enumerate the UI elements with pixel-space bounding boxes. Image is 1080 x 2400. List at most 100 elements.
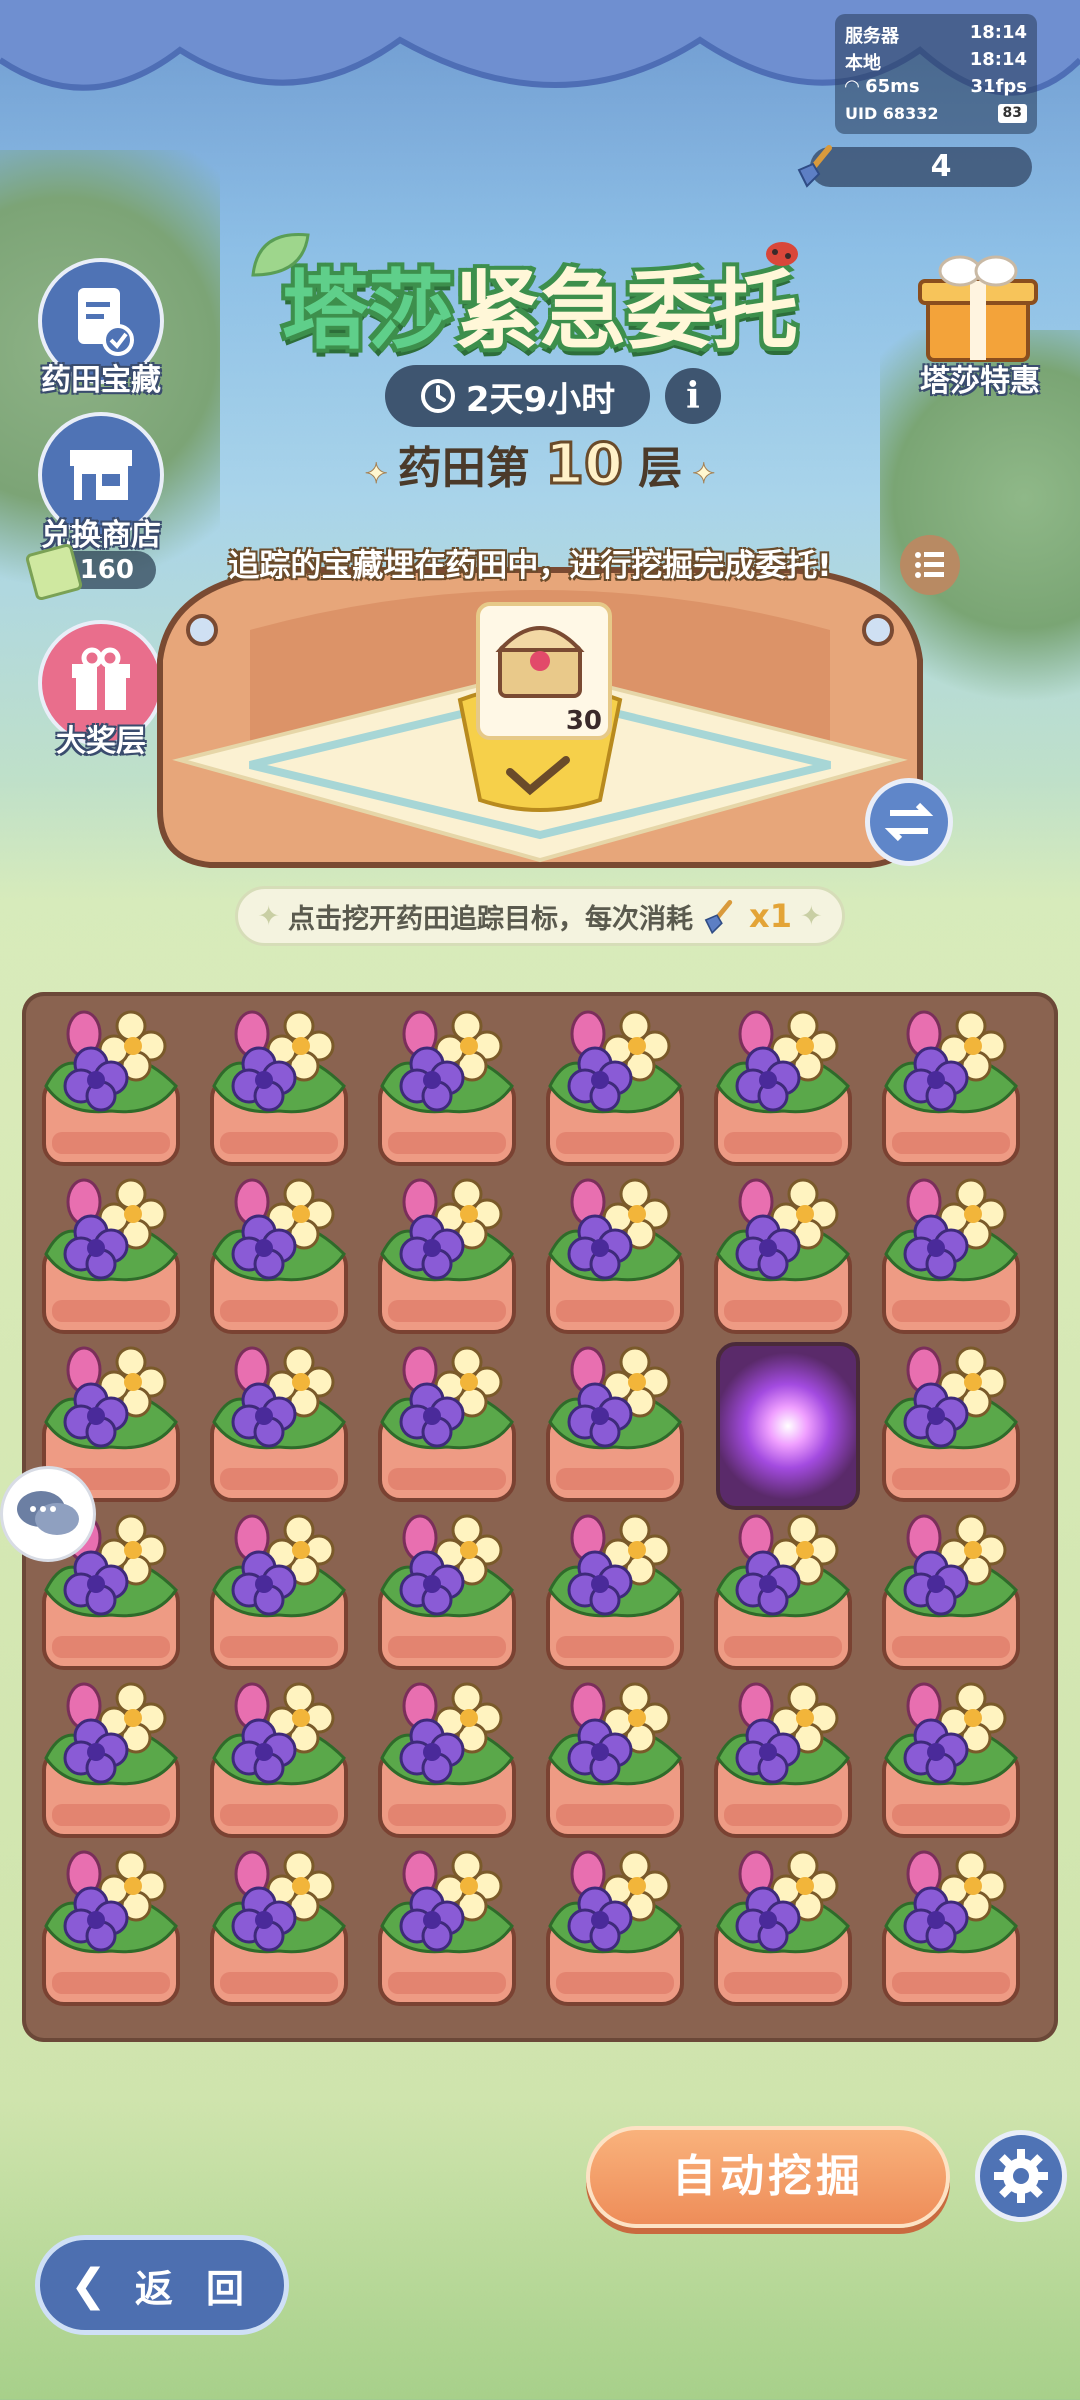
flower-pot-cell[interactable] (540, 1678, 690, 1840)
flower-pot-cell[interactable] (708, 1846, 858, 2008)
flowers-icon (548, 1514, 682, 1618)
battery-icon: 83 (997, 104, 1027, 123)
flowers-icon (716, 1514, 850, 1618)
swap-button[interactable] (865, 778, 953, 866)
event-title: 塔莎紧急委托 (282, 261, 798, 361)
local-time: 18:14 (969, 49, 1027, 70)
shovel-icon (704, 900, 733, 935)
flowers-icon (380, 1682, 514, 1786)
flower-pot-cell[interactable] (876, 1678, 1026, 1840)
flowers-icon (44, 1010, 178, 1114)
shovel-icon (797, 145, 832, 188)
flower-pot-cell[interactable] (36, 1006, 186, 1168)
flowers-icon (380, 1346, 514, 1450)
treasure-label: 药田宝藏 (41, 363, 161, 398)
flowers-icon (884, 1850, 1018, 1954)
sparkle-icon: ✦ (257, 900, 281, 932)
flowers-icon (716, 1010, 850, 1114)
flower-pot-cell[interactable] (204, 1006, 354, 1168)
flower-pot-cell[interactable] (372, 1678, 522, 1840)
flower-pot-cell[interactable] (36, 1678, 186, 1840)
flowers-icon (548, 1850, 682, 1954)
flowers-icon (548, 1346, 682, 1450)
flowers-icon (212, 1514, 346, 1618)
flower-pot-cell[interactable] (708, 1678, 858, 1840)
flower-pot-cell[interactable] (540, 1846, 690, 2008)
back-arrow-icon: ❮ (69, 2259, 117, 2311)
flower-pot-cell[interactable] (204, 1510, 354, 1672)
treasure-chest-icon (495, 626, 585, 698)
flowers-icon (716, 1178, 850, 1282)
flowers-icon (44, 1682, 178, 1786)
flower-pot-cell[interactable] (876, 1510, 1026, 1672)
server-label: 服务器 (845, 26, 899, 47)
flower-pot-cell[interactable] (708, 1510, 858, 1672)
target-count: 30 (565, 706, 602, 736)
flower-pot-cell[interactable] (876, 1342, 1026, 1504)
chat-button[interactable] (0, 1466, 96, 1562)
target-item-card: 30 (476, 602, 612, 740)
flower-pot-cell[interactable] (204, 1846, 354, 2008)
flower-pot-cell[interactable] (372, 1342, 522, 1504)
flowers-icon (212, 1178, 346, 1282)
flower-pot-cell[interactable] (204, 1678, 354, 1840)
local-label: 本地 (845, 53, 881, 74)
special-gift-icon[interactable] (908, 245, 1048, 365)
status-panel: 服务器 18:14 本地 18:14 ◠ 65ms 31fps UID 68332 83 (835, 14, 1037, 134)
back-button[interactable]: ❮ 返 回 (35, 2235, 289, 2335)
server-time: 18:14 (969, 22, 1027, 43)
flowers-icon (212, 1010, 346, 1114)
flower-pot-cell[interactable] (372, 1510, 522, 1672)
glowing-ladder-icon (716, 1342, 860, 1510)
flowers-icon (548, 1178, 682, 1282)
sparkle-icon: ✦ (799, 900, 823, 932)
flowers-icon (380, 1010, 514, 1114)
flower-pot-cell[interactable] (372, 1174, 522, 1336)
gear-icon (994, 2149, 1048, 2203)
flower-pot-cell[interactable] (204, 1342, 354, 1504)
dig-hint-bar: ✦ 点击挖开药田追踪目标，每次消耗 x1 ✦ (235, 886, 845, 946)
flowers-icon (212, 1682, 346, 1786)
flower-pot-cell[interactable] (540, 1006, 690, 1168)
flower-pot-cell[interactable] (876, 1174, 1026, 1336)
flower-pot-cell[interactable] (876, 1846, 1026, 2008)
settings-button[interactable] (975, 2130, 1067, 2222)
flowers-icon (716, 1682, 850, 1786)
ladybug-icon (766, 242, 798, 266)
flower-pot-cell[interactable] (204, 1174, 354, 1336)
fps-readout: 31fps (970, 76, 1027, 97)
flowers-icon (716, 1850, 850, 1954)
special-offer-label: 塔莎特惠 (920, 364, 1040, 399)
ping-readout: ◠ 65ms (845, 76, 920, 97)
flower-pot-cell[interactable] (372, 1846, 522, 2008)
flowers-icon (884, 1346, 1018, 1450)
countdown-timer: 2天9小时 (385, 365, 650, 427)
floor-indicator: ✦ 药田第 10 层 ✦ (364, 431, 716, 499)
flower-pot-cell[interactable] (36, 1846, 186, 2008)
dug-cell-ladder[interactable] (708, 1342, 860, 1510)
info-button[interactable]: i (665, 368, 721, 424)
flower-pot-cell[interactable] (540, 1174, 690, 1336)
flower-pot-cell[interactable] (540, 1342, 690, 1504)
wifi-icon: ◠ (845, 76, 866, 97)
flowers-icon (380, 1850, 514, 1954)
flower-pot-cell[interactable] (708, 1006, 858, 1168)
flower-pot-cell[interactable] (36, 1174, 186, 1336)
flowers-icon (380, 1178, 514, 1282)
flower-pot-cell[interactable] (372, 1006, 522, 1168)
flowers-icon (548, 1010, 682, 1114)
menu-list-button[interactable] (900, 535, 960, 595)
flower-pot-cell[interactable] (876, 1006, 1026, 1168)
chat-bubble-icon (17, 1491, 79, 1535)
flowers-icon (884, 1682, 1018, 1786)
flower-pot-cell[interactable] (540, 1510, 690, 1672)
uid-text: UID 68332 (845, 104, 939, 123)
flower-pot-cell[interactable] (708, 1174, 858, 1336)
flowers-icon (212, 1850, 346, 1954)
flowers-icon (380, 1514, 514, 1618)
list-icon (915, 552, 944, 578)
auto-dig-button[interactable]: 自动挖掘 (586, 2126, 950, 2228)
leaf-decoration (251, 233, 310, 277)
flowers-icon (548, 1682, 682, 1786)
flowers-icon (884, 1010, 1018, 1114)
